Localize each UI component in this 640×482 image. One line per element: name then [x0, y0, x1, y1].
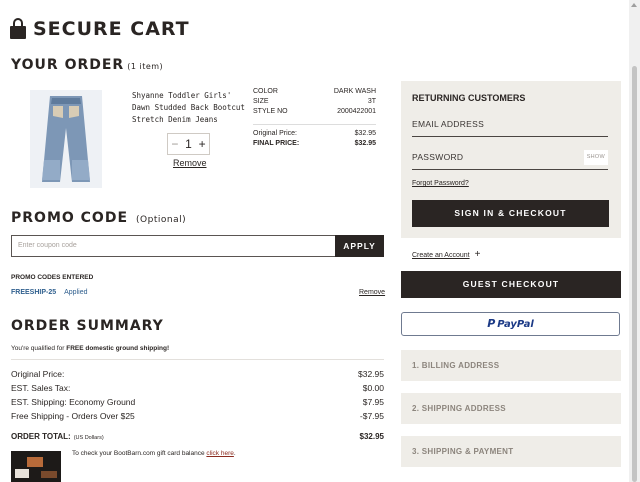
order-count: (1 item) — [127, 62, 164, 71]
specs-divider — [253, 124, 376, 125]
order-summary-title: ORDER SUMMARY — [11, 318, 164, 334]
color-value: DARK WASH — [333, 88, 376, 95]
remove-item-link[interactable]: Remove — [173, 158, 207, 168]
page-header: SECURE CART — [10, 18, 190, 40]
quantity-value: 1 — [185, 137, 192, 151]
email-field[interactable]: EMAIL ADDRESS — [412, 113, 608, 137]
order-total: ORDER TOTAL: (US Dollars) $32.95 — [11, 432, 384, 441]
original-price-value: $32.95 — [354, 130, 376, 137]
minus-icon[interactable]: − — [171, 137, 178, 151]
scroll-up-icon[interactable] — [631, 3, 637, 7]
promo-codes-entered-label: PROMO CODES ENTERED — [11, 274, 94, 281]
order-total-value: $32.95 — [359, 432, 384, 441]
plus-icon[interactable]: + — [199, 137, 206, 151]
summary-rows: Original Price: $32.95 EST. Sales Tax: $0.… — [11, 367, 384, 423]
scrollbar-thumb[interactable] — [632, 66, 637, 482]
coupon-input[interactable]: Enter coupon code — [11, 235, 335, 257]
summary-row-value: -$7.95 — [359, 411, 384, 421]
original-price-label: Original Price: — [253, 130, 297, 137]
create-account-label: Create an Account — [412, 252, 470, 259]
size-label: SIZE — [253, 98, 269, 105]
promo-heading: PROMO CODE (Optional) — [11, 210, 186, 226]
gift-card-end: . — [233, 450, 236, 457]
summary-row-label: EST. Sales Tax: — [11, 383, 71, 393]
show-password-button[interactable]: SHOW — [583, 150, 608, 165]
summary-row-label: Free Shipping - Orders Over $25 — [11, 411, 135, 421]
summary-row: EST. Shipping: Economy Ground $7.95 — [11, 395, 384, 409]
promo-status: Applied — [64, 289, 88, 296]
summary-row-value: $7.95 — [362, 397, 384, 407]
lock-icon — [10, 18, 26, 40]
order-total-currency: (US Dollars) — [73, 435, 104, 441]
returning-customers-title: RETURNING CUSTOMERS — [412, 93, 526, 103]
summary-row: Original Price: $32.95 — [11, 367, 384, 381]
gift-card-image — [11, 451, 61, 482]
applied-promo: FREESHIP-25 Applied — [11, 289, 87, 296]
paypal-logo-icon: P — [487, 317, 496, 330]
sign-in-checkout-button[interactable]: SIGN IN & CHECKOUT — [412, 200, 609, 227]
plus-icon: + — [474, 249, 481, 260]
product-specs: COLOR DARK WASH SIZE 3T STYLE NO 2000422001… — [253, 87, 376, 149]
quantity-stepper[interactable]: − 1 + — [167, 133, 210, 155]
summary-row-value: $32.95 — [358, 369, 384, 379]
order-title: YOUR ORDER — [11, 57, 125, 73]
paypal-button[interactable]: P PayPal — [401, 312, 620, 336]
final-price-label: FINAL PRICE: — [253, 140, 300, 147]
forgot-password-link[interactable]: Forgot Password? — [412, 180, 469, 187]
coupon-form: Enter coupon code APPLY — [11, 235, 384, 257]
page-title: SECURE CART — [33, 18, 190, 40]
product-name[interactable]: Shyanne Toddler Girls' Dawn Studded Back… — [132, 90, 247, 126]
style-value: 2000422001 — [337, 108, 376, 115]
gift-card-text: To check your BootBarn.com gift card bal… — [72, 450, 207, 457]
jeans-icon — [42, 96, 90, 182]
summary-row-label: Original Price: — [11, 369, 65, 379]
shipping-note-prefix: You're qualified for — [11, 345, 67, 352]
guest-checkout-button[interactable]: GUEST CHECKOUT — [401, 271, 621, 298]
summary-divider — [11, 359, 384, 360]
shipping-note-bold: FREE domestic ground shipping! — [66, 345, 170, 352]
password-label: PASSWORD — [412, 152, 464, 162]
shipping-note: You're qualified for FREE domestic groun… — [11, 345, 169, 352]
summary-row: EST. Sales Tax: $0.00 — [11, 381, 384, 395]
gift-card-note: To check your BootBarn.com gift card bal… — [72, 450, 236, 457]
summary-row: Free Shipping - Orders Over $25 -$7.95 — [11, 409, 384, 423]
order-heading: YOUR ORDER (1 item) — [11, 57, 163, 73]
step-shipping-address[interactable]: 2. SHIPPING ADDRESS — [401, 393, 621, 424]
size-value: 3T — [367, 98, 376, 105]
summary-row-value: $0.00 — [362, 383, 384, 393]
paypal-label: PayPal — [497, 319, 534, 330]
promo-title: PROMO CODE — [11, 210, 129, 226]
remove-promo-link[interactable]: Remove — [359, 289, 385, 296]
style-label: STYLE NO — [253, 108, 288, 115]
returning-customers-panel: RETURNING CUSTOMERS EMAIL ADDRESS PASSWO… — [401, 81, 621, 238]
final-price-value: $32.95 — [354, 140, 376, 147]
promo-optional: (Optional) — [136, 215, 187, 225]
gift-card-link[interactable]: click here — [206, 450, 233, 457]
step-billing-address[interactable]: 1. BILLING ADDRESS — [401, 350, 621, 381]
promo-code-value: FREESHIP-25 — [11, 289, 57, 296]
step-shipping-payment[interactable]: 3. SHIPPING & PAYMENT — [401, 436, 621, 467]
apply-button[interactable]: APPLY — [335, 235, 384, 257]
summary-row-label: EST. Shipping: Economy Ground — [11, 397, 136, 407]
password-field[interactable]: PASSWORD SHOW — [412, 146, 608, 170]
order-total-label: ORDER TOTAL: — [11, 432, 71, 441]
create-account-link[interactable]: Create an Account + — [412, 249, 480, 260]
product-image[interactable] — [30, 90, 102, 188]
color-label: COLOR — [253, 88, 278, 95]
vertical-scrollbar[interactable] — [629, 0, 640, 482]
